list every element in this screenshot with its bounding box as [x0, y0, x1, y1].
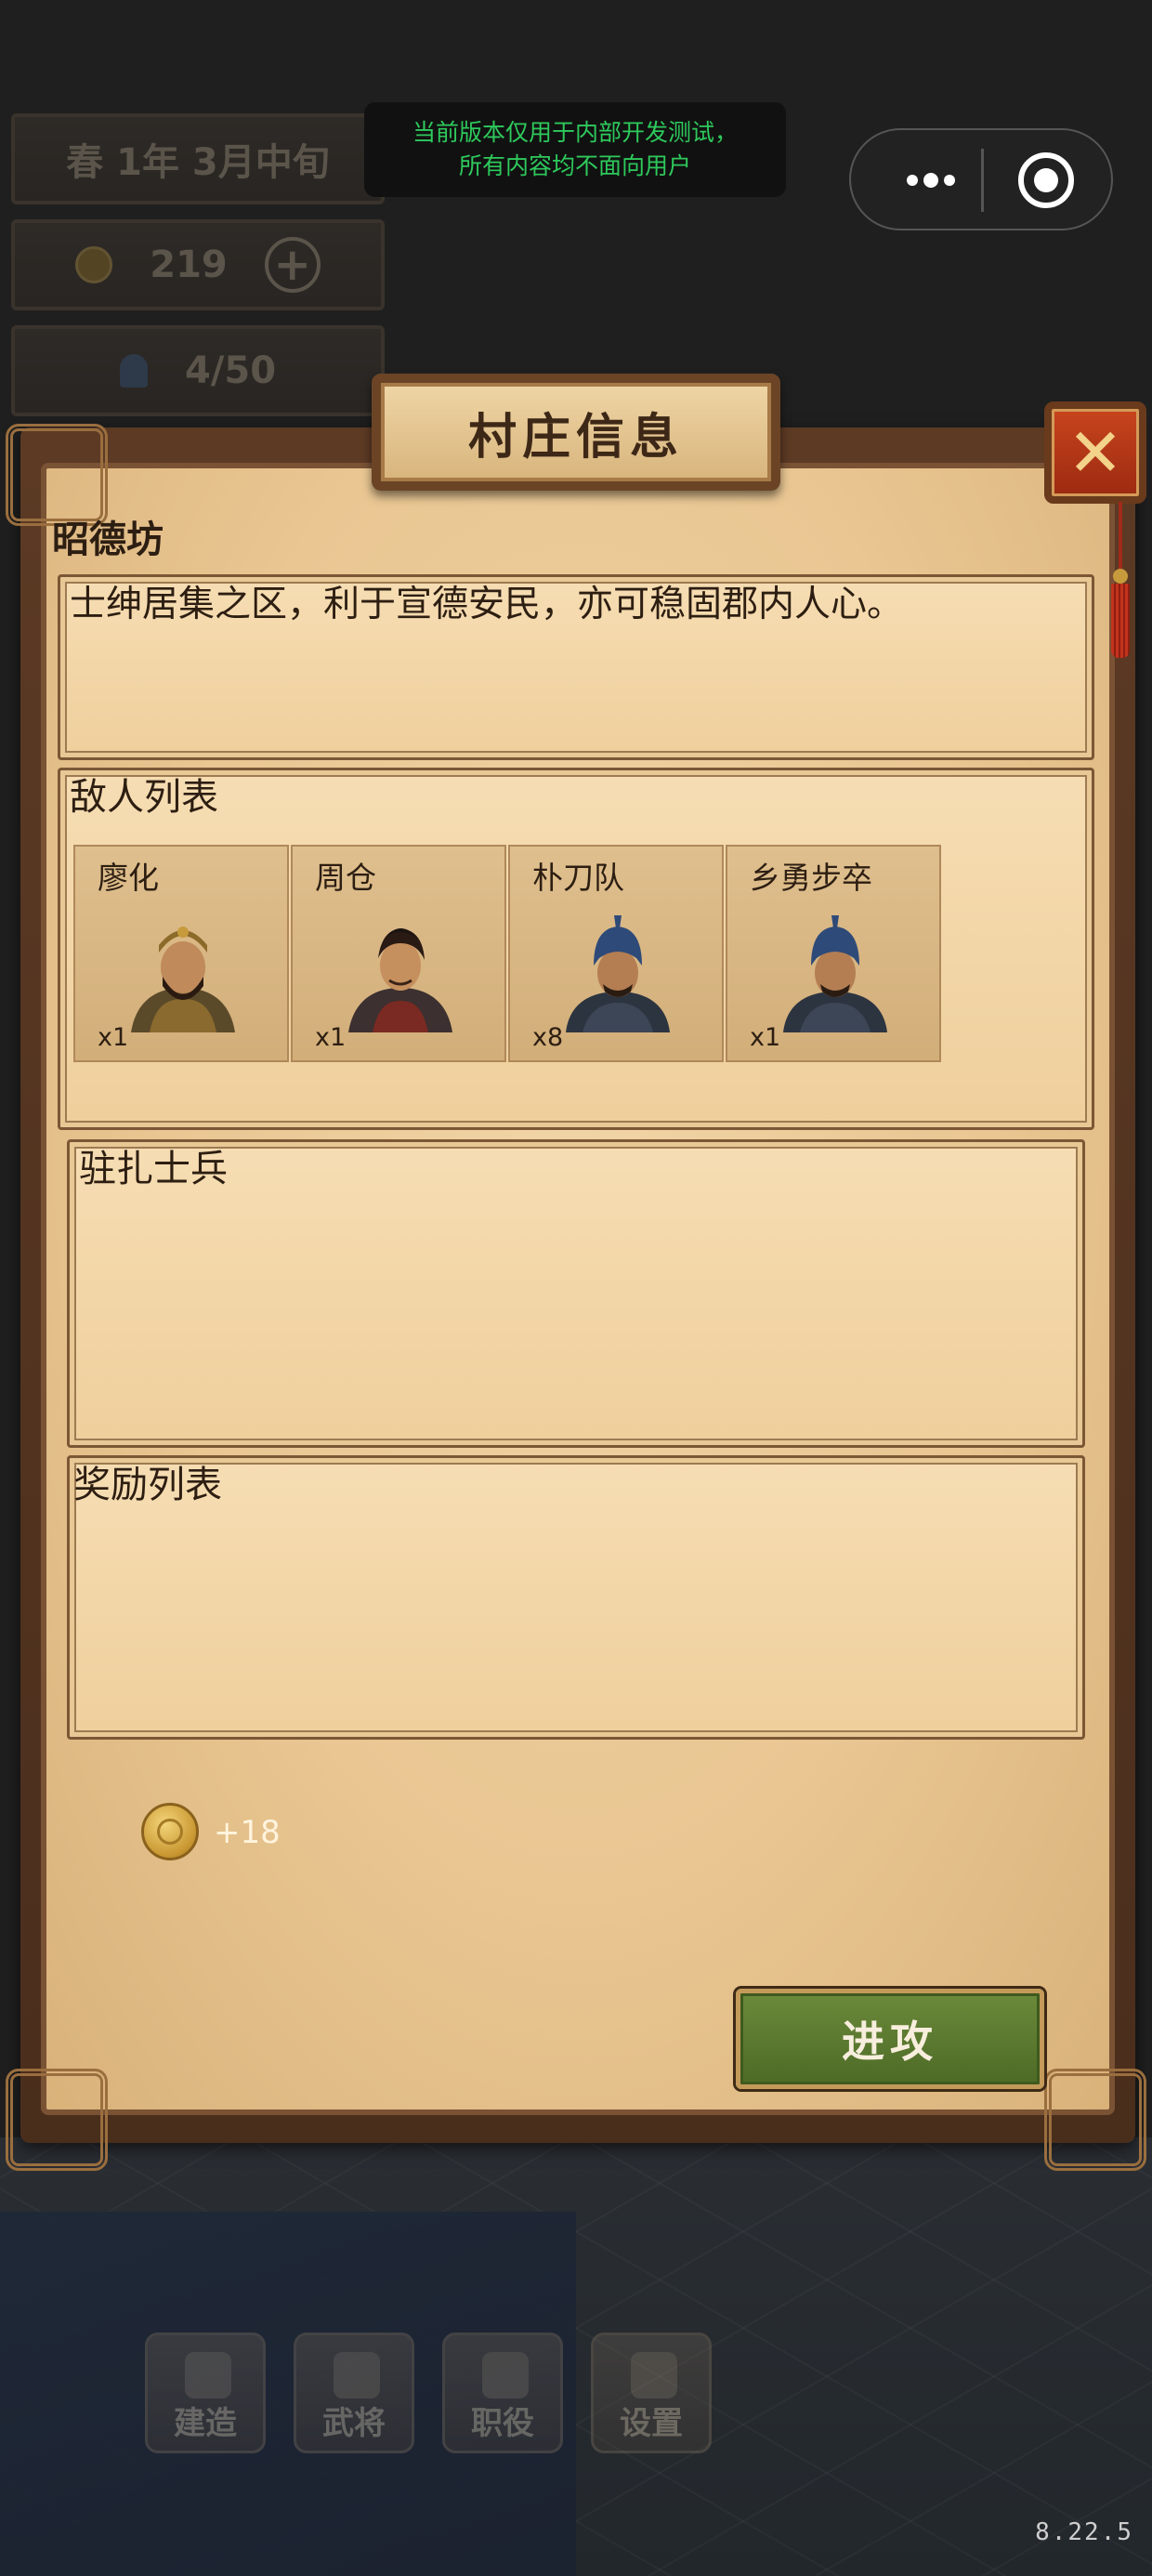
close-icon: ✕	[1067, 414, 1124, 492]
corner-knot-bottom-right	[1044, 2069, 1146, 2171]
enemy-card[interactable]: 周仓 x1	[291, 845, 506, 1062]
nav-settings-button[interactable]: 设置	[591, 2333, 712, 2453]
tassel-ornament	[1111, 502, 1130, 660]
enemy-count: x1	[315, 1023, 347, 1052]
nav-settings-label: 设置	[620, 2405, 683, 2442]
date-display: 春 1年 3月中旬	[11, 113, 385, 204]
coin-icon	[75, 246, 113, 283]
garrison-title: 驻扎士兵	[79, 1148, 228, 1190]
garrison-section: 驻扎士兵	[67, 1139, 1085, 1448]
more-icon[interactable]	[884, 162, 977, 199]
corner-knot-top-left	[6, 424, 108, 526]
nav-build-button[interactable]: 建造	[145, 2333, 266, 2453]
enemy-name: 朴刀队	[532, 860, 624, 896]
population-display: 4/50	[11, 325, 385, 416]
general-portrait-icon	[348, 928, 452, 1032]
soldier-portrait-icon	[566, 915, 670, 1032]
nav-generals-button[interactable]: 武将	[294, 2333, 414, 2453]
enemy-list-section: 敌人列表 廖化 x1 周仓 x1 朴刀队 x8 乡勇步卒 x1	[58, 768, 1094, 1130]
enemy-list: 廖化 x1 周仓 x1 朴刀队 x8 乡勇步卒 x1	[73, 845, 941, 1062]
population-value: 4/50	[184, 349, 277, 392]
dev-notice-line1: 当前版本仅用于内部开发测试，	[412, 119, 738, 146]
gold-value: 219	[150, 243, 228, 286]
general-portrait-icon	[131, 927, 235, 1032]
attack-button-label: 进攻	[842, 2017, 938, 2067]
nav-generals-label: 武将	[322, 2405, 386, 2442]
dialog-title-text: 村庄信息	[467, 408, 684, 466]
enemy-card[interactable]: 乡勇步卒 x1	[726, 845, 941, 1062]
dialog-title: 村庄信息	[372, 374, 780, 491]
nav-build-label: 建造	[174, 2405, 237, 2442]
village-description: 士绅居集之区，利于宣德安民，亦可稳固郡内人心。	[70, 584, 904, 625]
enemy-count: x1	[98, 1023, 129, 1052]
dev-notice-line2: 所有内容均不面向用户	[458, 152, 691, 179]
enemy-count: x8	[532, 1023, 564, 1052]
capsule-divider	[981, 149, 984, 212]
soldier-portrait-icon	[783, 915, 887, 1032]
attack-button[interactable]: 进攻	[736, 1989, 1044, 2089]
reward-list-title: 奖励列表	[73, 1464, 222, 1506]
village-name: 昭德坊	[52, 519, 164, 561]
nav-worker-label: 职役	[471, 2405, 534, 2442]
enemy-card[interactable]: 朴刀队 x8	[508, 845, 724, 1062]
bottom-nav: 建造 武将 职役 设置	[139, 2333, 715, 2463]
enemy-name: 廖化	[98, 860, 159, 896]
generals-icon	[334, 2352, 380, 2399]
enemy-list-title: 敌人列表	[70, 776, 218, 819]
enemy-count: x1	[750, 1023, 781, 1052]
gear-icon	[631, 2352, 677, 2399]
miniprogram-capsule	[849, 128, 1113, 230]
corner-knot-bottom-left	[6, 2069, 108, 2171]
enemy-name: 乡勇步卒	[750, 860, 872, 896]
close-button[interactable]: ✕	[1044, 401, 1146, 504]
description-box: 士绅居集之区，利于宣德安民，亦可稳固郡内人心。	[58, 574, 1094, 760]
dev-notice: 当前版本仅用于内部开发测试， 所有内容均不面向用户	[364, 102, 786, 197]
enemy-card[interactable]: 廖化 x1	[73, 845, 289, 1062]
exit-icon[interactable]	[1018, 152, 1074, 208]
add-gold-button[interactable]: +	[264, 237, 321, 293]
gold-display: 219 +	[11, 219, 385, 310]
person-icon	[119, 354, 148, 388]
date-text: 春 1年 3月中旬	[66, 141, 330, 184]
worker-icon	[482, 2352, 529, 2399]
nav-worker-button[interactable]: 职役	[442, 2333, 563, 2453]
coin-icon	[141, 1803, 199, 1860]
hammer-icon	[185, 2352, 231, 2399]
reward-list-section: 奖励列表	[67, 1455, 1085, 1740]
reward-gold-amount: +18	[214, 1814, 281, 1851]
version-label: 8.22.5	[1035, 2518, 1133, 2546]
enemy-name: 周仓	[315, 860, 376, 896]
status-panel: 春 1年 3月中旬 219 + 4/50	[11, 113, 385, 457]
